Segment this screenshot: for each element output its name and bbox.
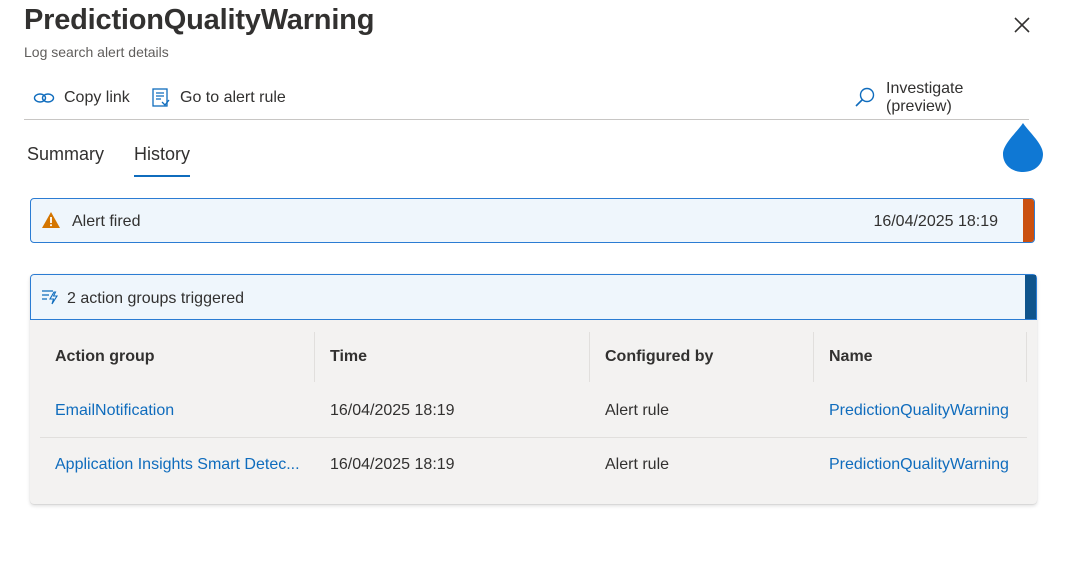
copy-link-label: Copy link xyxy=(64,89,130,106)
column-separator[interactable] xyxy=(1026,332,1027,382)
go-to-alert-rule-label: Go to alert rule xyxy=(180,89,286,106)
toolbar-divider xyxy=(24,119,1029,120)
page-title: PredictionQualityWarning xyxy=(24,4,375,36)
action-groups-accent xyxy=(1025,275,1036,319)
alert-status-accent xyxy=(1023,199,1034,242)
tab-summary[interactable]: Summary xyxy=(27,144,104,175)
column-separator[interactable] xyxy=(314,332,315,382)
alert-name-link[interactable]: PredictionQualityWarning xyxy=(829,384,1027,437)
close-button[interactable] xyxy=(1011,14,1033,36)
investigate-label: Investigate (preview) xyxy=(886,80,964,115)
column-header-time[interactable]: Time xyxy=(330,330,367,384)
table-row: EmailNotification 16/04/2025 18:19 Alert… xyxy=(40,384,1027,438)
action-groups-table: Action group Time Configured by Name Ema… xyxy=(40,330,1027,491)
link-icon xyxy=(33,93,55,103)
column-separator[interactable] xyxy=(589,332,590,382)
alert-fired-banner[interactable]: Alert fired 16/04/2025 18:19 xyxy=(30,198,1035,243)
action-groups-header[interactable]: 2 action groups triggered xyxy=(30,274,1037,320)
column-header-configured-by[interactable]: Configured by xyxy=(605,330,713,384)
drop-badge-icon xyxy=(1003,123,1043,172)
table-header-row: Action group Time Configured by Name xyxy=(40,330,1027,384)
time-cell: 16/04/2025 18:19 xyxy=(330,456,455,473)
action-group-link[interactable]: EmailNotification xyxy=(55,384,305,437)
alert-fired-time: 16/04/2025 18:19 xyxy=(873,213,998,230)
action-groups-card: 2 action groups triggered Action group T… xyxy=(30,274,1037,504)
command-bar: Copy link Go to alert rule Investigate (… xyxy=(24,80,1029,115)
alert-name-link[interactable]: PredictionQualityWarning xyxy=(829,438,1027,491)
column-header-action-group[interactable]: Action group xyxy=(55,330,155,384)
rule-document-icon xyxy=(152,88,170,107)
close-icon xyxy=(1014,17,1030,33)
action-group-icon xyxy=(42,290,58,305)
search-icon xyxy=(855,87,875,107)
configured-by-cell: Alert rule xyxy=(605,402,670,419)
warning-triangle-icon xyxy=(42,212,60,228)
column-header-name[interactable]: Name xyxy=(829,330,873,384)
tab-history[interactable]: History xyxy=(134,144,191,177)
configured-by-cell: Alert rule xyxy=(605,456,670,473)
time-cell: 16/04/2025 18:19 xyxy=(330,402,455,419)
go-to-alert-rule-button[interactable]: Go to alert rule xyxy=(151,84,286,112)
column-separator[interactable] xyxy=(813,332,814,382)
copy-link-button[interactable]: Copy link xyxy=(33,84,130,112)
page-subtitle: Log search alert details xyxy=(24,44,169,60)
table-row: Application Insights Smart Detec... 16/0… xyxy=(40,438,1027,491)
alert-fired-label: Alert fired xyxy=(72,213,141,230)
action-group-link[interactable]: Application Insights Smart Detec... xyxy=(55,438,305,491)
investigate-button[interactable]: Investigate (preview) xyxy=(853,80,1029,115)
action-groups-label: 2 action groups triggered xyxy=(67,290,244,307)
